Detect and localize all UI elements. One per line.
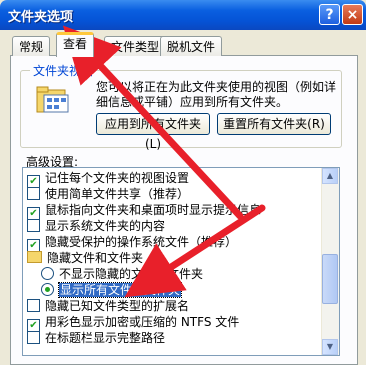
reset-all-folders-button[interactable]: 重置所有文件夹(R) <box>217 113 331 135</box>
scroll-thumb[interactable] <box>322 254 338 304</box>
list-item[interactable]: 隐藏已知文件类型的扩展名 <box>27 298 189 314</box>
list-item[interactable]: ✔ 鼠标指向文件夹和桌面项时显示提示信息 <box>27 202 261 220</box>
tab-general[interactable]: 常规 <box>12 36 51 56</box>
scrollbar[interactable]: ▲ ▼ <box>321 168 339 355</box>
list-item[interactable]: ✔ 用彩色显示加密或压缩的 NTFS 文件 <box>27 314 239 332</box>
window-title: 文件夹选项 <box>8 10 74 25</box>
list-item[interactable]: ✔ 记住每个文件夹的视图设置 <box>27 170 189 188</box>
title-bar: 文件夹选项 ? × <box>0 0 366 30</box>
list-item[interactable]: 在标题栏显示完整路径 <box>27 330 165 346</box>
list-item-selected[interactable]: 显示所有文件和文件夹 <box>41 282 183 298</box>
close-button[interactable]: × <box>342 4 363 25</box>
checkbox-unchecked-icon[interactable] <box>27 331 40 344</box>
apply-to-all-folders-button[interactable]: 应用到所有文件夹(L) <box>96 113 210 151</box>
tab-file-types[interactable]: 文件类型 <box>104 36 167 56</box>
checkbox-unchecked-icon[interactable] <box>27 219 40 232</box>
scroll-down-icon[interactable]: ▼ <box>322 339 338 355</box>
help-icon: ? <box>325 7 334 23</box>
radio-selected-icon[interactable] <box>41 283 54 296</box>
tab-offline-files[interactable]: 脱机文件 <box>160 36 223 56</box>
tab-view[interactable]: 查看 <box>56 32 95 57</box>
checkbox-unchecked-icon[interactable] <box>27 187 40 200</box>
list-item[interactable]: ✔ 隐藏受保护的操作系统文件（推荐） <box>27 234 237 252</box>
list-item[interactable]: 显示系统文件夹的内容 <box>27 218 165 234</box>
scroll-up-icon[interactable]: ▲ <box>322 168 338 184</box>
help-button[interactable]: ? <box>319 4 340 25</box>
advanced-settings-list[interactable]: ✔ 记住每个文件夹的视图设置 使用简单文件共享（推荐） ✔ 鼠标指向文件夹和桌面项时… <box>22 167 340 356</box>
folder-views-description: 您可以将正在为此文件夹使用的视图（例如详细信息或平铺）应用到所有文件夹。 <box>96 80 337 109</box>
list-item[interactable]: 使用简单文件共享（推荐） <box>27 186 189 202</box>
folder-icon <box>27 251 42 263</box>
list-item-group-header: 隐藏文件和文件夹 <box>27 250 143 266</box>
folder-view-icon <box>36 86 69 113</box>
close-icon: × <box>346 7 359 23</box>
checkbox-unchecked-icon[interactable] <box>27 299 40 312</box>
folder-views-title: 文件夹视图 <box>30 62 97 79</box>
radio-unselected-icon[interactable] <box>41 267 54 280</box>
list-item[interactable]: 不显示隐藏的文件和文件夹 <box>41 266 203 282</box>
